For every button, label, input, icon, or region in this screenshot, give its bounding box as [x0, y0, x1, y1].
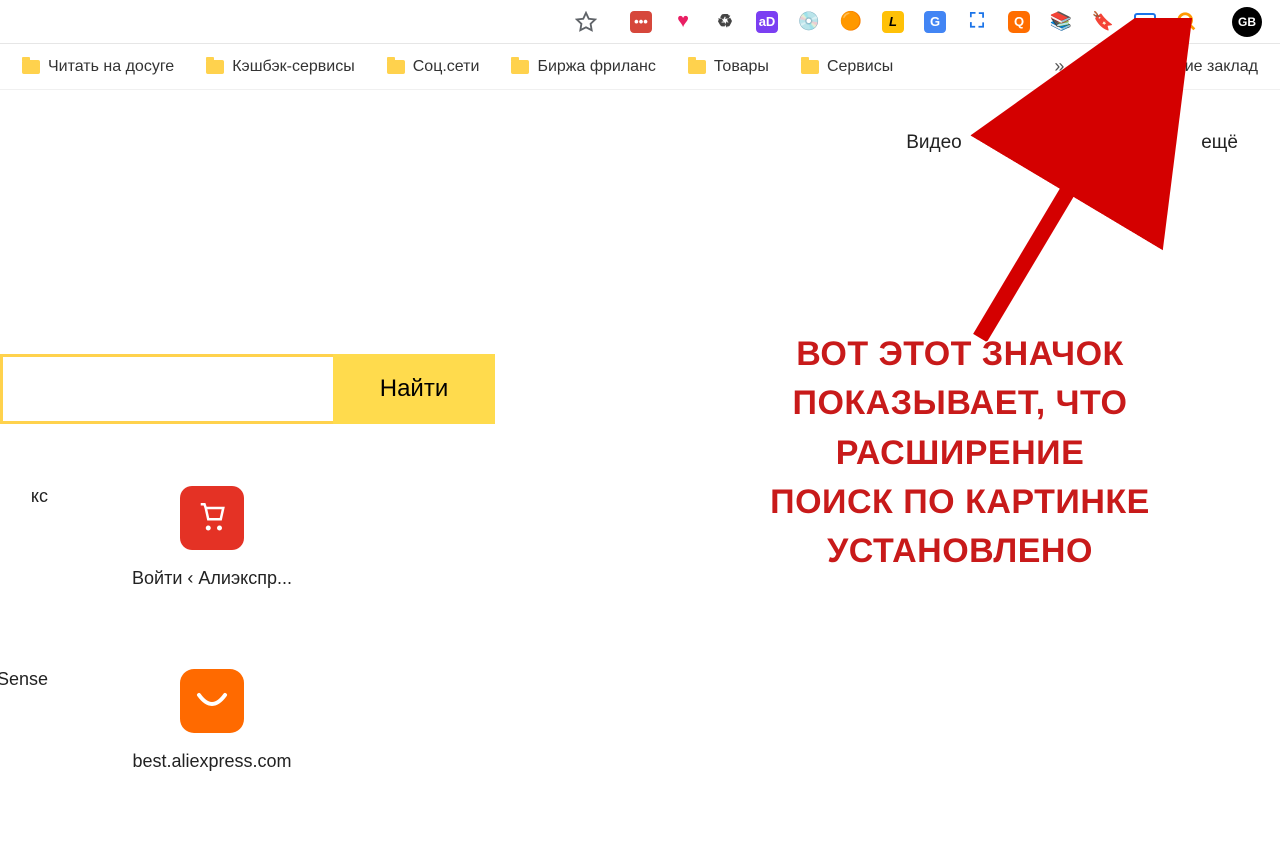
nav-more[interactable]: ещё: [1201, 132, 1238, 154]
tile-best-aliexpress[interactable]: best.aliexpress.com: [112, 669, 312, 772]
bookmark-ext-icon[interactable]: 🔖: [1092, 11, 1114, 33]
tile-partial[interactable]: ISense: [0, 669, 48, 772]
tile-label: кс: [31, 486, 48, 507]
extension-icons: ••• ♥ ♻ aD 💿 🟠 L G ⛶ Q 📚 🔖: [630, 11, 1198, 33]
folder-icon: [511, 60, 529, 74]
google-translate-ext-icon[interactable]: G: [924, 11, 946, 33]
page-nav-tabs: Видео Картинк Новости ещё: [0, 90, 1280, 154]
aliexpress-cart-icon: [180, 486, 244, 550]
nav-news[interactable]: Новости: [1096, 132, 1170, 154]
tile-label: ISense: [0, 669, 48, 690]
tile-aliexpress-login[interactable]: Войти ‹ Алиэкспр...: [112, 486, 312, 589]
search-input[interactable]: [0, 354, 333, 424]
annotation-line: ПОКАЗЫВАЕТ, ЧТО: [680, 379, 1240, 428]
tile-partial[interactable]: кс: [0, 486, 48, 589]
folder-icon: [688, 60, 706, 74]
recycle-ext-icon[interactable]: ♻: [714, 11, 736, 33]
swirl-ext-icon[interactable]: 🟠: [840, 11, 862, 33]
bookmark-label: Сервисы: [827, 58, 893, 76]
divider: [1094, 55, 1095, 79]
crop-ext-icon[interactable]: ⛶: [966, 11, 988, 33]
annotation-line: ВОТ ЭТОТ ЗНАЧОК: [680, 330, 1240, 379]
dots-ext-icon[interactable]: •••: [630, 11, 652, 33]
folder-icon: [206, 60, 224, 74]
bookmark-label: Соц.сети: [413, 58, 480, 76]
tile-row: ISense best.aliexpress.com: [0, 669, 312, 772]
bookmark-star-icon[interactable]: [574, 10, 598, 34]
bookmark-bar: Читать на досуге Кэшбэк-сервисы Соц.сети…: [0, 44, 1280, 90]
browser-toolbar: ••• ♥ ♻ aD 💿 🟠 L G ⛶ Q 📚 🔖 GB: [0, 0, 1280, 44]
annotation-line: УСТАНОВЛЕНО: [680, 527, 1240, 576]
disk-ext-icon[interactable]: 💿: [798, 11, 820, 33]
bookmark-folder[interactable]: Читать на досуге: [10, 54, 186, 80]
bookmark-label: Биржа фриланс: [537, 58, 655, 76]
bookmark-label: Читать на досуге: [48, 58, 174, 76]
heart-ext-icon[interactable]: ♥: [672, 11, 694, 33]
stack-ext-icon[interactable]: 📚: [1050, 11, 1072, 33]
orange-q-ext-icon[interactable]: Q: [1008, 11, 1030, 33]
tile-label: Войти ‹ Алиэкспр...: [132, 568, 292, 589]
profile-avatar[interactable]: GB: [1232, 7, 1262, 37]
bookmark-folder[interactable]: Кэшбэк-сервисы: [194, 54, 367, 80]
folder-icon: [801, 60, 819, 74]
adblock-ext-icon[interactable]: aD: [756, 11, 778, 33]
annotation-line: РАСШИРЕНИЕ: [680, 429, 1240, 478]
folder-icon: [1125, 60, 1143, 74]
tile-row: кс Войти ‹ Алиэкспр...: [0, 486, 312, 589]
bookmark-label: Кэшбэк-сервисы: [232, 58, 355, 76]
annotation-line: ПОИСК ПО КАРТИНКЕ: [680, 478, 1240, 527]
aliexpress-smile-icon: [180, 669, 244, 733]
folder-icon: [22, 60, 40, 74]
folder-icon: [387, 60, 405, 74]
search-button[interactable]: Найти: [333, 354, 495, 424]
bookmark-label: Другие заклад: [1151, 58, 1258, 76]
search-bar: Найти: [0, 354, 495, 424]
image-search-ext-icon[interactable]: [1176, 11, 1198, 33]
nav-video[interactable]: Видео: [906, 132, 962, 154]
bookmark-folder[interactable]: Сервисы: [789, 54, 905, 80]
tile-label: best.aliexpress.com: [132, 751, 291, 772]
letter-l-ext-icon[interactable]: L: [882, 11, 904, 33]
bookmark-folder[interactable]: Товары: [676, 54, 781, 80]
other-bookmarks[interactable]: Другие заклад: [1113, 54, 1270, 80]
bookmark-folder[interactable]: Соц.сети: [375, 54, 492, 80]
nav-images[interactable]: Картинк: [994, 132, 1064, 154]
bookmark-folder[interactable]: Биржа фриланс: [499, 54, 667, 80]
annotation-text: ВОТ ЭТОТ ЗНАЧОК ПОКАЗЫВАЕТ, ЧТО РАСШИРЕН…: [680, 330, 1240, 576]
speed-dial-tiles: кс Войти ‹ Алиэкспр... ISense best.aliex…: [0, 486, 312, 772]
bookmark-overflow[interactable]: »: [1042, 56, 1076, 77]
bookmark-label: Товары: [714, 58, 769, 76]
card-ext-icon[interactable]: [1134, 13, 1156, 31]
